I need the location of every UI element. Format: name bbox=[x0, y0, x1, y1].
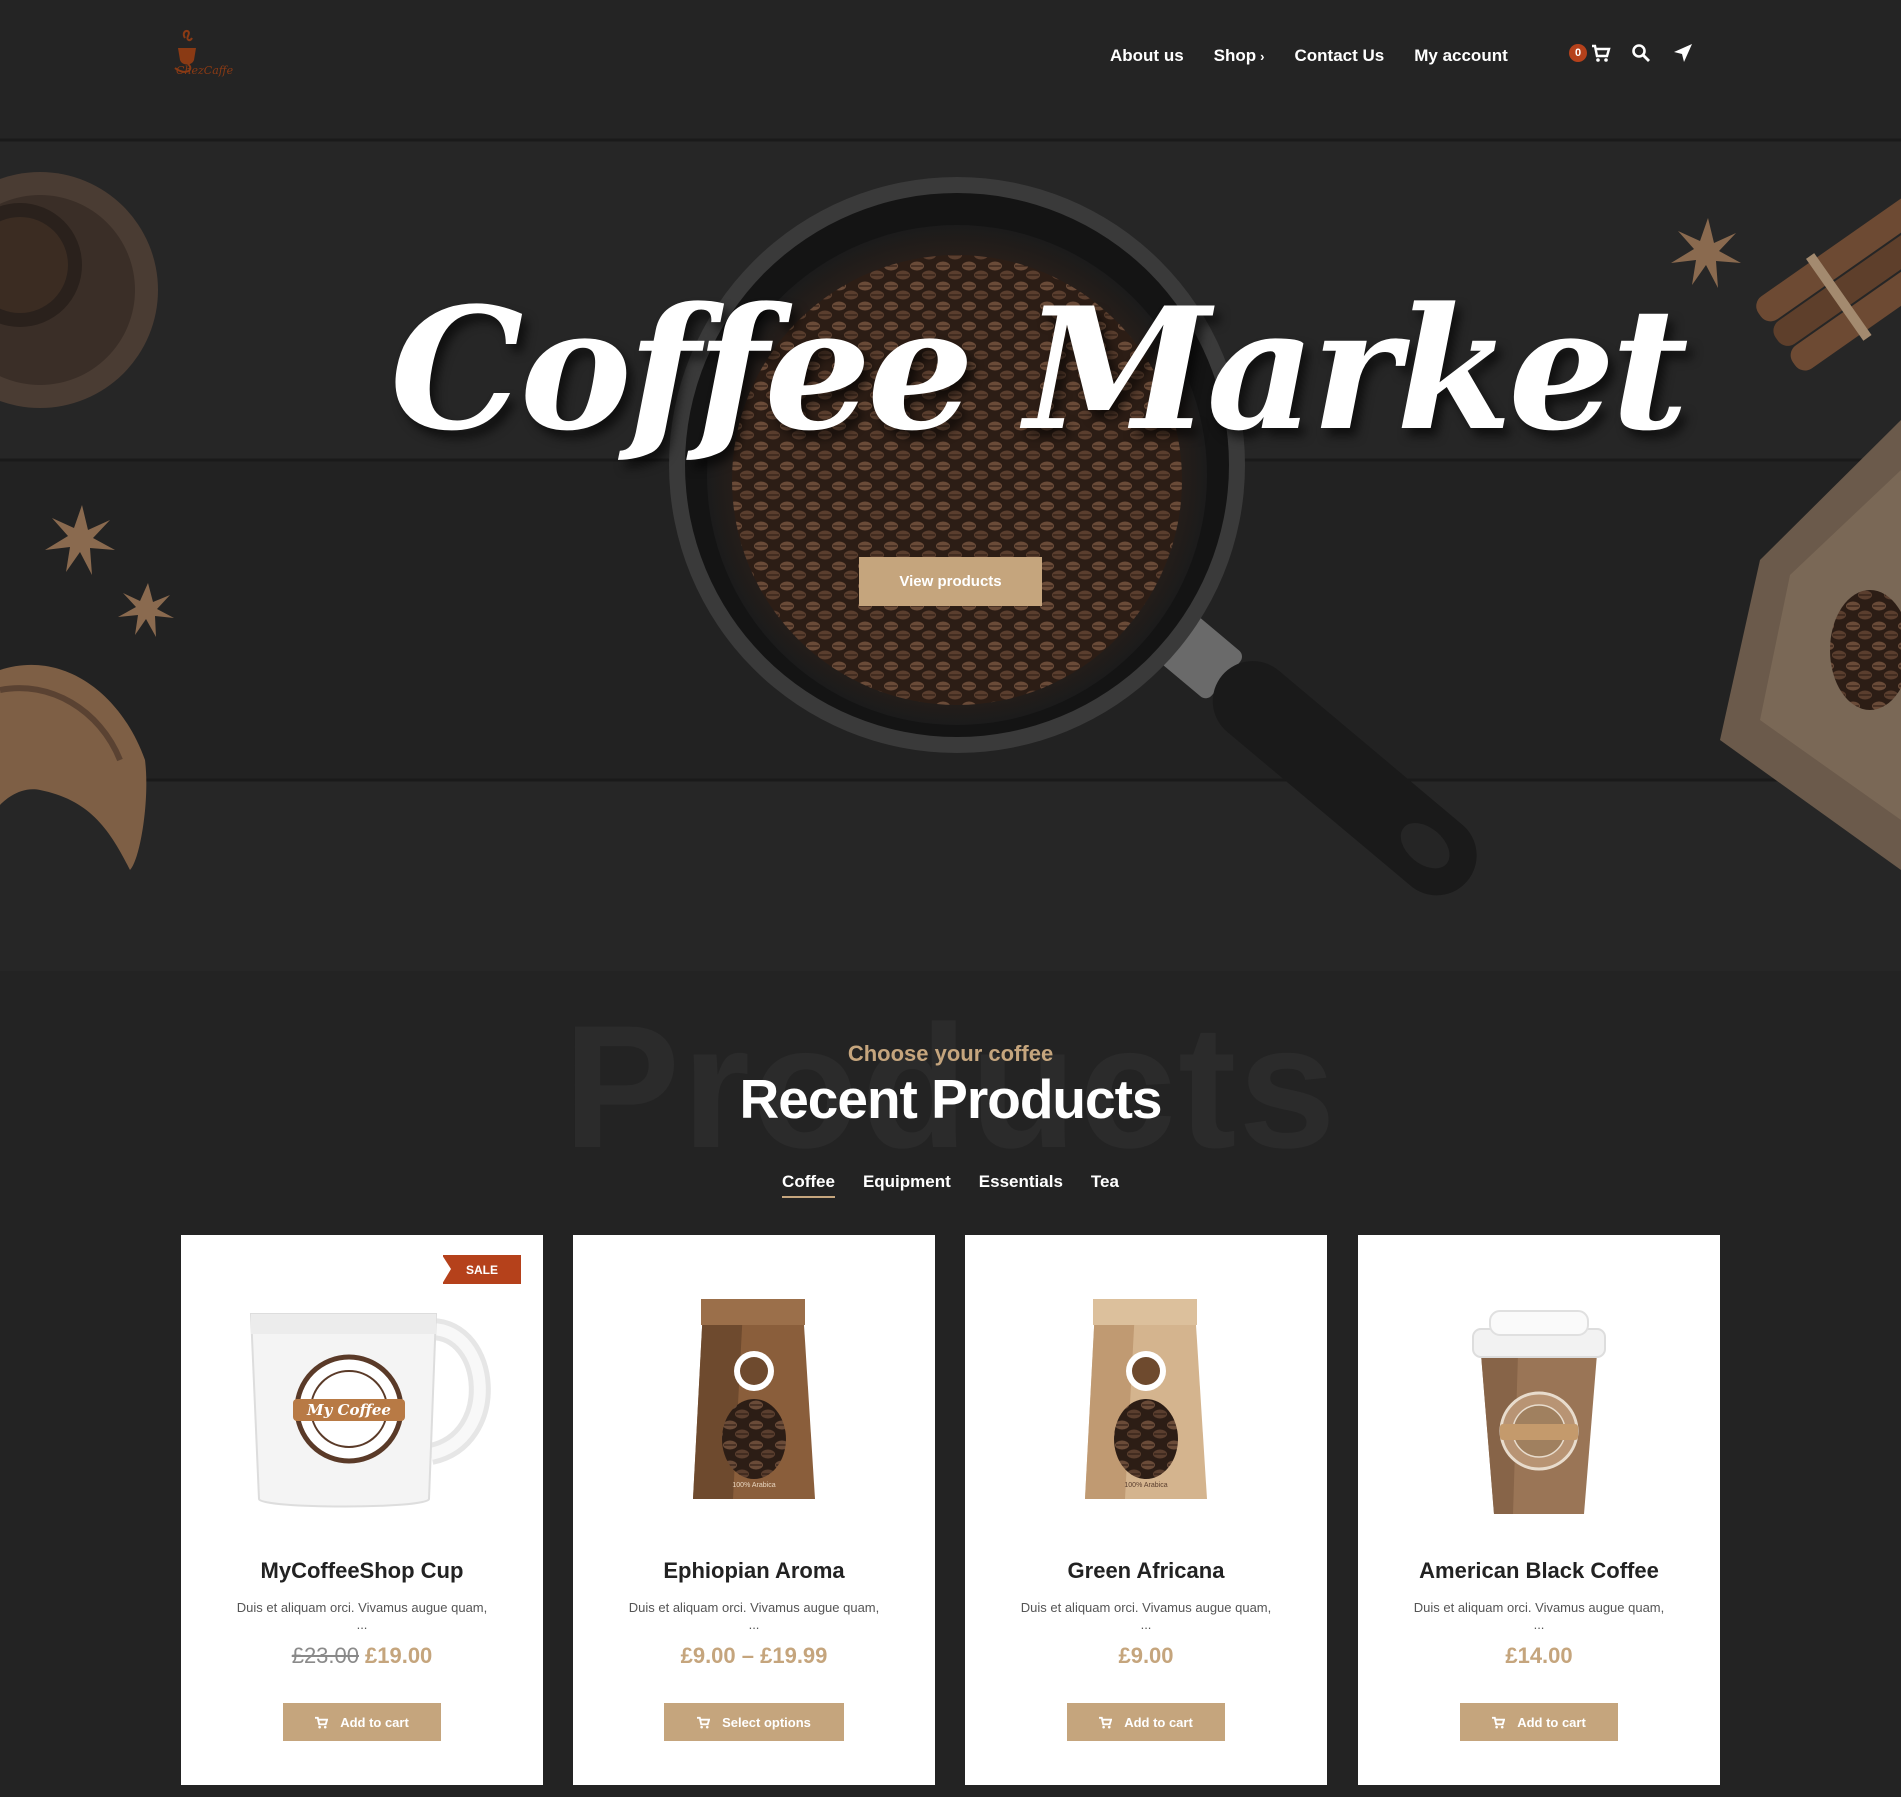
product-name[interactable]: Ephiopian Aroma bbox=[573, 1558, 935, 1584]
product-description: Duis et aliquam orci. Vivamus augue quam… bbox=[1020, 1600, 1272, 1632]
product-description: Duis et aliquam orci. Vivamus augue quam… bbox=[1413, 1600, 1665, 1632]
hero-section: ChezCaffe About us Shop › Contact Us My a… bbox=[0, 0, 1901, 971]
product-card[interactable]: My Coffee SALE MyCoffeeShop Cup Duis et … bbox=[181, 1235, 543, 1785]
product-image-paper-cup[interactable] bbox=[1378, 1259, 1700, 1529]
product-price: £9.00 – £19.99 bbox=[680, 1643, 828, 1668]
cart-icon bbox=[697, 1716, 711, 1728]
product-price: £23.00 £19.00 bbox=[181, 1643, 543, 1669]
product-category-tabs: Coffee Equipment Essentials Tea bbox=[0, 1172, 1901, 1198]
view-products-button[interactable]: View products bbox=[859, 557, 1042, 606]
tab-equipment[interactable]: Equipment bbox=[863, 1172, 951, 1198]
nav-shop[interactable]: Shop › bbox=[1214, 44, 1265, 68]
section-subtitle: Choose your coffee bbox=[847, 1041, 1054, 1066]
product-price: £9.00 bbox=[1118, 1643, 1174, 1668]
search-icon[interactable] bbox=[1630, 42, 1652, 64]
hero-background-image bbox=[0, 0, 1901, 971]
header-icons: 0 bbox=[1569, 42, 1694, 64]
product-name[interactable]: American Black Coffee bbox=[1358, 1558, 1720, 1584]
add-to-cart-button[interactable]: Add to cart bbox=[1460, 1703, 1618, 1741]
select-options-button[interactable]: Select options bbox=[664, 1703, 844, 1741]
product-description: Duis et aliquam orci. Vivamus augue quam… bbox=[628, 1600, 880, 1632]
add-to-cart-button[interactable]: Add to cart bbox=[283, 1703, 441, 1741]
main-nav: About us Shop › Contact Us My account bbox=[1110, 44, 1538, 68]
product-name[interactable]: Green Africana bbox=[965, 1558, 1327, 1584]
nav-contact-us-label: Contact Us bbox=[1294, 46, 1385, 65]
sale-badge: SALE bbox=[442, 1255, 521, 1284]
bag-label-text: 100% Arabica bbox=[732, 1482, 775, 1489]
add-to-cart-label: Add to cart bbox=[1124, 1714, 1193, 1730]
product-image-light-bag[interactable]: 100% Arabica bbox=[985, 1259, 1307, 1529]
tab-coffee[interactable]: Coffee bbox=[782, 1172, 835, 1198]
tab-tea[interactable]: Tea bbox=[1091, 1172, 1119, 1198]
old-price: £23.00 bbox=[291, 1643, 359, 1668]
cart-icon bbox=[315, 1716, 329, 1728]
product-grid: My Coffee SALE MyCoffeeShop Cup Duis et … bbox=[181, 1235, 1721, 1785]
sale-price: £19.00 bbox=[365, 1643, 433, 1668]
product-price: £14.00 bbox=[1505, 1643, 1573, 1668]
product-description: Duis et aliquam orci. Vivamus augue quam… bbox=[236, 1600, 488, 1632]
product-image-dark-bag[interactable]: 100% Arabica bbox=[593, 1259, 915, 1529]
nav-about-us[interactable]: About us bbox=[1110, 44, 1184, 68]
bag-label-text: 100% Arabica bbox=[1124, 1482, 1167, 1489]
logo[interactable] bbox=[170, 28, 250, 88]
mug-badge-text: My Coffee bbox=[306, 1401, 391, 1419]
nav-about-us-label: About us bbox=[1110, 46, 1184, 65]
product-card[interactable]: American Black Coffee Duis et aliquam or… bbox=[1358, 1235, 1720, 1785]
cart-icon bbox=[1099, 1716, 1113, 1728]
cart-icon bbox=[1492, 1716, 1506, 1728]
nav-my-account-label: My account bbox=[1414, 46, 1508, 65]
cart-count-badge: 0 bbox=[1569, 44, 1587, 62]
chevron-right-icon: › bbox=[1260, 48, 1265, 64]
location-arrow-icon[interactable] bbox=[1672, 42, 1694, 64]
nav-shop-label: Shop bbox=[1213, 46, 1257, 65]
logo-text: ChezCaffe bbox=[176, 64, 234, 77]
select-options-label: Select options bbox=[722, 1714, 811, 1730]
add-to-cart-label: Add to cart bbox=[340, 1714, 409, 1730]
add-to-cart-button[interactable]: Add to cart bbox=[1067, 1703, 1225, 1741]
product-name[interactable]: MyCoffeeShop Cup bbox=[181, 1558, 543, 1584]
add-to-cart-label: Add to cart bbox=[1517, 1714, 1586, 1730]
product-image-mug[interactable]: My Coffee bbox=[201, 1259, 523, 1529]
product-card[interactable]: 100% Arabica Ephiopian Aroma Duis et ali… bbox=[573, 1235, 935, 1785]
cart-icon[interactable] bbox=[1590, 42, 1612, 64]
section-title: Recent Products bbox=[739, 1068, 1162, 1130]
nav-my-account[interactable]: My account bbox=[1414, 44, 1508, 68]
nav-contact-us[interactable]: Contact Us bbox=[1295, 44, 1385, 68]
tab-essentials[interactable]: Essentials bbox=[979, 1172, 1063, 1198]
hero-title: Coffee Market bbox=[390, 270, 1689, 468]
product-card[interactable]: 100% Arabica Green Africana Duis et aliq… bbox=[965, 1235, 1327, 1785]
